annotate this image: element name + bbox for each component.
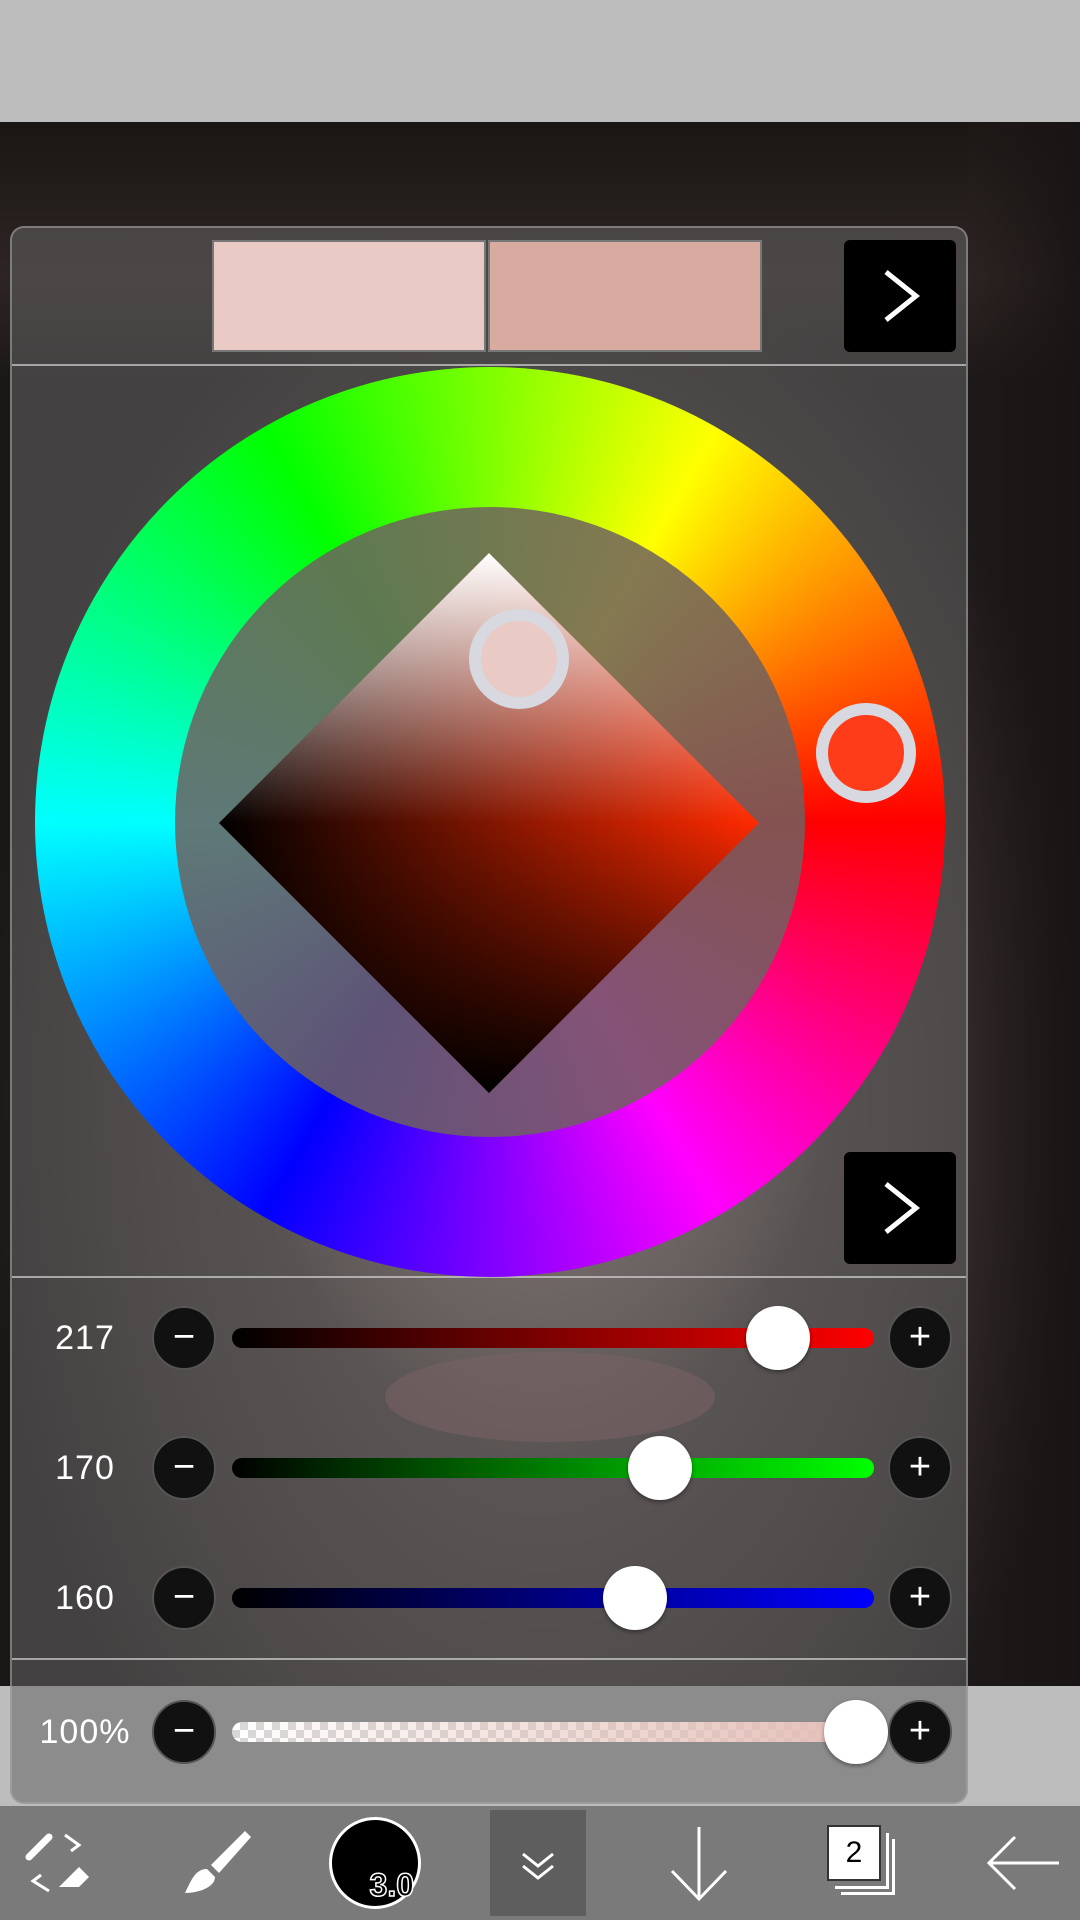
green-slider-row: 170 − + — [0, 1428, 1080, 1508]
brush-eraser-toggle-button[interactable] — [4, 1806, 114, 1920]
brush-size-value: 3.0 — [369, 1866, 415, 1904]
red-increment-button[interactable]: + — [888, 1306, 952, 1370]
opacity-slider-row: 100% − + — [0, 1692, 1080, 1772]
opacity-slider-track[interactable] — [232, 1722, 874, 1742]
divider — [12, 1658, 966, 1660]
brush-tool-button[interactable] — [160, 1806, 270, 1920]
arrow-down-icon — [670, 1827, 728, 1902]
blue-decrement-button[interactable]: − — [152, 1566, 216, 1630]
red-slider-thumb[interactable] — [746, 1306, 811, 1370]
green-slider-track[interactable] — [232, 1458, 874, 1478]
layer-count: 2 — [827, 1825, 881, 1881]
opacity-value: 100% — [39, 1713, 131, 1751]
palette-next-button[interactable] — [844, 240, 956, 352]
opacity-decrement-button[interactable]: − — [152, 1700, 216, 1764]
previous-color-swatch[interactable] — [488, 240, 762, 352]
picker-mode-next-button[interactable] — [844, 1152, 956, 1264]
blue-value: 160 — [55, 1579, 115, 1617]
blue-slider-row: 160 − + — [0, 1558, 1080, 1638]
green-value: 170 — [55, 1449, 115, 1487]
brush-size-indicator: 3.0 — [329, 1817, 421, 1909]
red-decrement-button[interactable]: − — [152, 1306, 216, 1370]
green-increment-button[interactable]: + — [888, 1436, 952, 1500]
layers-icon: 2 — [825, 1823, 901, 1903]
download-button[interactable] — [644, 1806, 754, 1920]
hue-cursor[interactable] — [816, 703, 916, 803]
divider — [12, 364, 966, 366]
current-color-swatch[interactable] — [212, 240, 486, 352]
blue-slider-thumb[interactable] — [602, 1566, 667, 1630]
green-decrement-button[interactable]: − — [152, 1436, 216, 1500]
blue-slider-track[interactable] — [232, 1588, 874, 1608]
green-slider-thumb[interactable] — [628, 1436, 693, 1500]
back-button[interactable] — [968, 1806, 1078, 1920]
brush-eraser-swap-icon — [25, 1833, 89, 1893]
opacity-increment-button[interactable]: + — [888, 1700, 952, 1764]
blue-increment-button[interactable]: + — [888, 1566, 952, 1630]
layers-button[interactable]: 2 — [808, 1806, 918, 1920]
saturation-value-cursor[interactable] — [469, 609, 569, 709]
opacity-slider-thumb[interactable] — [824, 1700, 888, 1764]
brush-size-button[interactable]: 3.0 — [320, 1806, 430, 1920]
double-chevron-down-icon — [522, 1852, 554, 1880]
red-slider-row: 217 − + — [0, 1298, 1080, 1378]
chevron-right-icon — [884, 1182, 921, 1234]
red-value: 217 — [55, 1319, 115, 1357]
collapse-panel-button[interactable] — [490, 1810, 586, 1916]
chevron-right-icon — [884, 270, 921, 322]
arrow-left-icon — [986, 1835, 1059, 1891]
bottom-toolbar: 3.0 2 — [0, 1806, 1080, 1920]
brush-icon — [185, 1831, 251, 1893]
